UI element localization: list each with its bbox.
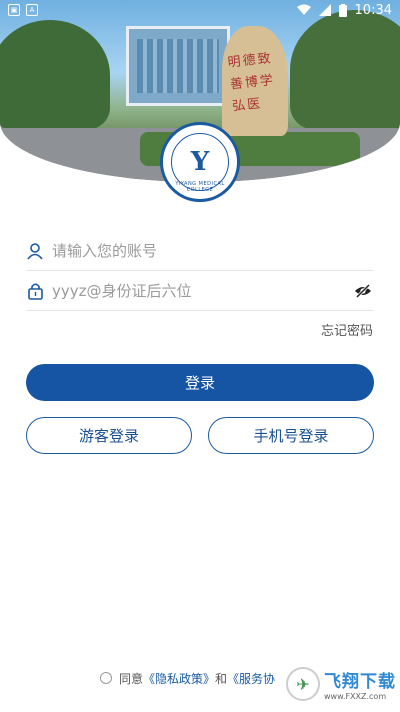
agreement-prefix: 同意	[119, 671, 144, 686]
password-input[interactable]	[50, 275, 352, 307]
user-icon	[26, 242, 44, 260]
site-watermark: ✈ 飞翔下载 www.FXXZ.com	[286, 664, 396, 704]
watermark-title: 飞翔下载	[324, 672, 396, 692]
trees-left	[0, 20, 110, 130]
account-field	[26, 232, 374, 271]
watermark-url: www.FXXZ.com	[324, 692, 387, 701]
signal-icon	[318, 4, 331, 16]
service-agreement-link[interactable]: 《服务协	[227, 670, 275, 687]
trees-right	[290, 10, 400, 130]
guest-login-button[interactable]: 游客登录	[26, 417, 192, 454]
status-bar: ▣ A 10:34	[0, 0, 400, 20]
privacy-policy-link[interactable]: 《隐私政策》	[143, 670, 215, 687]
login-button[interactable]: 登录	[26, 364, 374, 401]
college-logo: Y YIYANG MEDICAL COLLEGE	[160, 122, 240, 202]
wifi-icon	[296, 4, 311, 15]
notification-icons: ▣ A	[8, 4, 38, 16]
gallery-notification-icon: ▣	[8, 4, 20, 16]
watermark-text: 飞翔下载 www.FXXZ.com	[324, 667, 396, 701]
campus-building	[126, 26, 230, 106]
account-input[interactable]	[50, 235, 374, 267]
text-notification-icon: A	[26, 4, 38, 16]
hide-password-icon[interactable]	[352, 280, 374, 302]
forgot-password-link[interactable]: 忘记密码	[321, 320, 373, 339]
system-status: 10:34	[296, 2, 392, 18]
lock-icon	[26, 282, 44, 300]
agreement-row: 同意 《隐私政策》 和 《服务协	[100, 670, 275, 686]
college-logo-text: YIYANG MEDICAL COLLEGE	[175, 181, 225, 193]
agreement-radio[interactable]	[100, 672, 112, 684]
password-field	[26, 272, 374, 311]
battery-icon	[338, 3, 347, 17]
phone-login-button[interactable]: 手机号登录	[208, 417, 374, 454]
stone-inscription: 明德致善博学弘医	[227, 51, 276, 115]
agreement-conjunction: 和	[215, 671, 228, 686]
status-time: 10:34	[354, 2, 392, 18]
watermark-logo-icon: ✈	[286, 667, 320, 701]
